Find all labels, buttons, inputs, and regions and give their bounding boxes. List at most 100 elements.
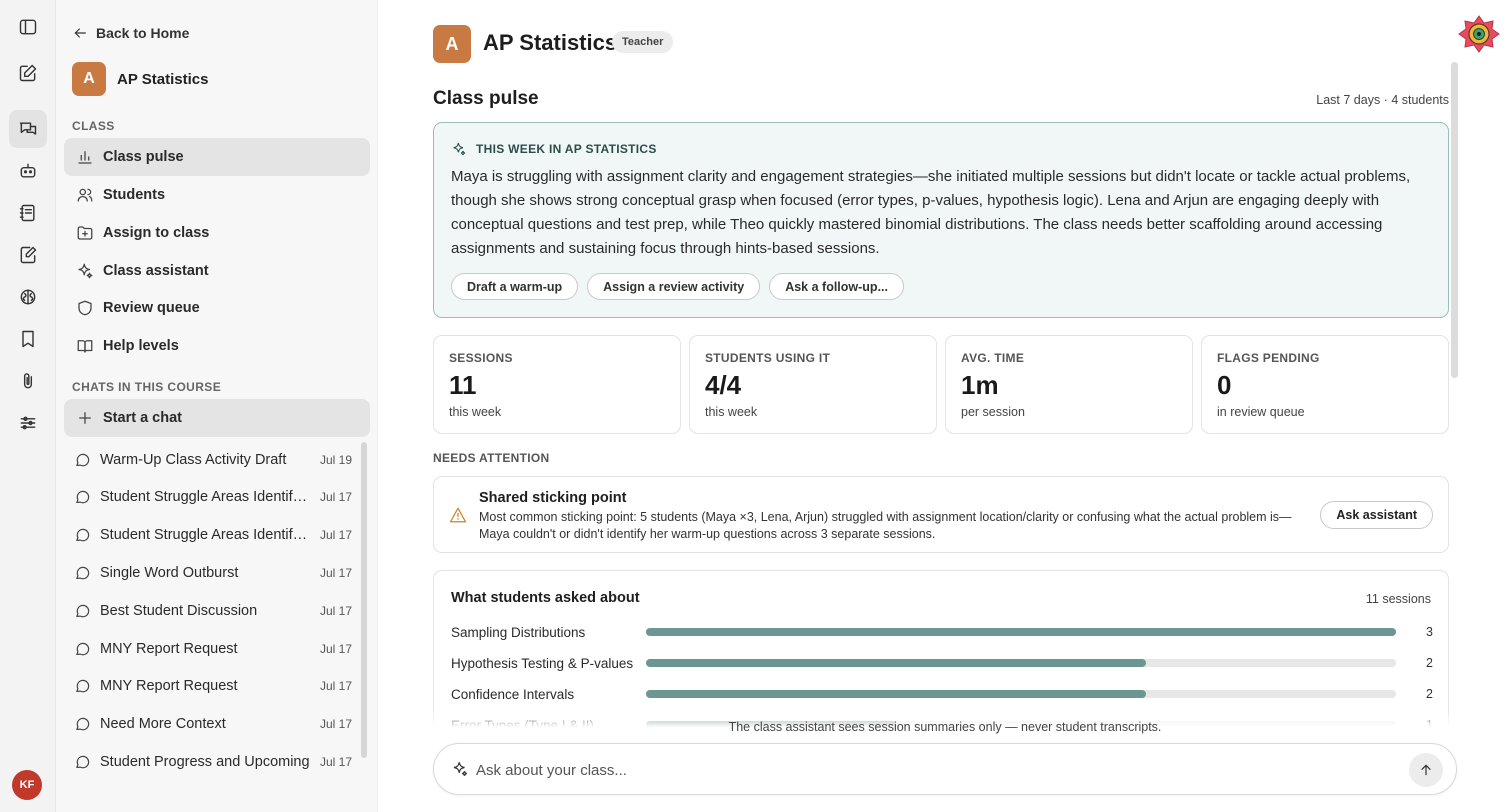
topic-bar-fill (646, 690, 1146, 698)
alert-text: Most common sticking point: 5 students (… (479, 510, 1292, 541)
avatar[interactable]: KF (12, 770, 42, 800)
alert-title: Shared sticking point (479, 490, 627, 506)
date-range-label: Last 7 days · 4 students (1316, 93, 1449, 107)
sidebar-scrollbar[interactable] (361, 442, 367, 758)
topic-value: 3 (1426, 625, 1433, 639)
main-scrollbar[interactable] (1451, 62, 1458, 378)
course-badge: A (72, 62, 106, 96)
chat-title: Best Student Discussion (100, 603, 258, 619)
stat-value: 1m (961, 370, 999, 400)
chat-item[interactable]: Best Student Discussion Jul 17 (64, 593, 354, 629)
paperclip-icon[interactable] (9, 362, 47, 400)
chat-title: Need More Context (100, 716, 226, 732)
role-badge: Teacher (612, 31, 674, 53)
topic-value: 2 (1426, 656, 1433, 670)
robot-icon[interactable] (9, 152, 47, 190)
chats-section-heading: CHATS IN THIS COURSE (72, 380, 222, 394)
course-badge: A (433, 25, 471, 63)
chat-item[interactable]: MNY Report Request Jul 17 (64, 668, 354, 704)
edit-document-icon[interactable] (9, 236, 47, 274)
chat-date: Jul 17 (319, 490, 352, 504)
course-switcher[interactable]: A AP Statistics (72, 62, 208, 96)
chat-item[interactable]: Warm-Up Class Activity Draft Jul 19 (64, 442, 354, 478)
chat-date: Jul 17 (319, 604, 352, 618)
chat-title: Student Struggle Areas Identified (100, 489, 310, 505)
nav-review-queue[interactable]: Review queue (64, 289, 370, 327)
stat-card-avg-time: AVG. TIME 1m per session (945, 335, 1193, 434)
stat-label: SESSIONS (449, 351, 513, 365)
stat-card-students-using: STUDENTS USING IT 4/4 this week (689, 335, 937, 434)
nav-students[interactable]: Students (64, 176, 370, 214)
chat-item[interactable]: MNY Report Request Jul 17 (64, 631, 354, 667)
chat-item[interactable]: Student Struggle Areas Identified Jul 17 (64, 479, 354, 515)
chat-date: Jul 17 (319, 528, 352, 542)
main-panel: A AP Statistics Teacher Class pulse Last… (378, 0, 1512, 812)
assign-review-activity-button[interactable]: Assign a review activity (587, 273, 761, 300)
weekly-summary-title: THIS WEEK IN AP STATISTICS (476, 142, 657, 156)
sidebar-toggle-icon[interactable] (9, 8, 47, 46)
weekly-summary-text: Maya is struggling with assignment clari… (451, 168, 1411, 257)
topic-label: Confidence Intervals (451, 686, 575, 702)
chat-date: Jul 17 (319, 642, 352, 656)
sliders-icon[interactable] (9, 404, 47, 442)
chat-item[interactable]: Single Word Outburst Jul 17 (64, 555, 354, 591)
nav-label: Review queue (103, 300, 200, 316)
chat-bubble-icon (76, 679, 90, 692)
chat-date: Jul 17 (319, 755, 352, 769)
course-sidebar: Back to Home A AP Statistics CLASS Class… (56, 0, 378, 812)
summary-actions: Draft a warm-up Assign a review activity… (451, 273, 904, 300)
compose-icon[interactable] (9, 54, 47, 92)
nav-help-levels[interactable]: Help levels (64, 327, 370, 365)
folder-plus-icon (77, 226, 93, 240)
stat-value: 0 (1217, 370, 1232, 400)
nav-label: Help levels (103, 338, 179, 354)
stat-value: 11 (449, 370, 477, 400)
topics-count: 11 sessions (1365, 592, 1431, 606)
nav-label: Class assistant (103, 263, 209, 279)
chat-bubble-icon (76, 453, 90, 466)
chat-item[interactable]: Student Progress and Upcoming Jul 17 (64, 744, 354, 780)
ask-follow-up-button[interactable]: Ask a follow-up... (769, 273, 904, 300)
topic-row: Sampling Distributions 3 (451, 622, 1433, 642)
chat-item[interactable]: Need More Context Jul 17 (64, 706, 354, 742)
stat-value: 4/4 (705, 370, 742, 400)
stat-sub: this week (705, 405, 758, 419)
topic-value: 2 (1426, 687, 1433, 701)
nav-class-pulse[interactable]: Class pulse (64, 138, 370, 176)
draft-warm-up-button[interactable]: Draft a warm-up (451, 273, 579, 300)
stat-label: FLAGS PENDING (1217, 351, 1320, 365)
topic-bar-fill (646, 659, 1146, 667)
shield-icon (78, 300, 92, 316)
chat-bubble-icon (76, 755, 90, 768)
start-chat-button[interactable]: Start a chat (64, 399, 370, 437)
chats-icon[interactable] (9, 110, 47, 148)
bookmark-icon[interactable] (9, 320, 47, 358)
ask-input[interactable] (476, 757, 1376, 783)
course-name: AP Statistics (117, 70, 209, 88)
chat-bubble-icon (76, 642, 90, 655)
brain-icon[interactable] (9, 278, 47, 316)
back-label: Back to Home (96, 25, 190, 41)
chat-date: Jul 17 (319, 717, 352, 731)
send-button[interactable] (1409, 753, 1443, 787)
topic-bar-track (646, 659, 1396, 667)
stat-label: STUDENTS USING IT (705, 351, 831, 365)
nav-label: Assign to class (103, 225, 210, 241)
ask-composer (433, 743, 1457, 795)
needs-attention-heading: NEEDS ATTENTION (433, 451, 550, 465)
nav-label: Students (103, 187, 166, 203)
notebook-icon[interactable] (9, 194, 47, 232)
nav-assign-to-class[interactable]: Assign to class (64, 214, 370, 252)
chat-bubble-icon (76, 566, 90, 579)
chat-title: Student Progress and Upcoming (100, 754, 310, 770)
app-logo-icon (1458, 14, 1500, 54)
chat-date: Jul 17 (319, 566, 352, 580)
plus-icon (79, 412, 91, 424)
weekly-summary-card: THIS WEEK IN AP STATISTICS Maya is strug… (433, 122, 1449, 318)
warning-icon (449, 506, 467, 524)
back-to-home-link[interactable]: Back to Home (72, 22, 189, 44)
class-section-heading: CLASS (72, 119, 115, 133)
chat-item[interactable]: Student Struggle Areas Identified Jul 17 (64, 517, 354, 553)
ask-assistant-button[interactable]: Ask assistant (1320, 501, 1433, 529)
nav-class-assistant[interactable]: Class assistant (64, 252, 370, 290)
